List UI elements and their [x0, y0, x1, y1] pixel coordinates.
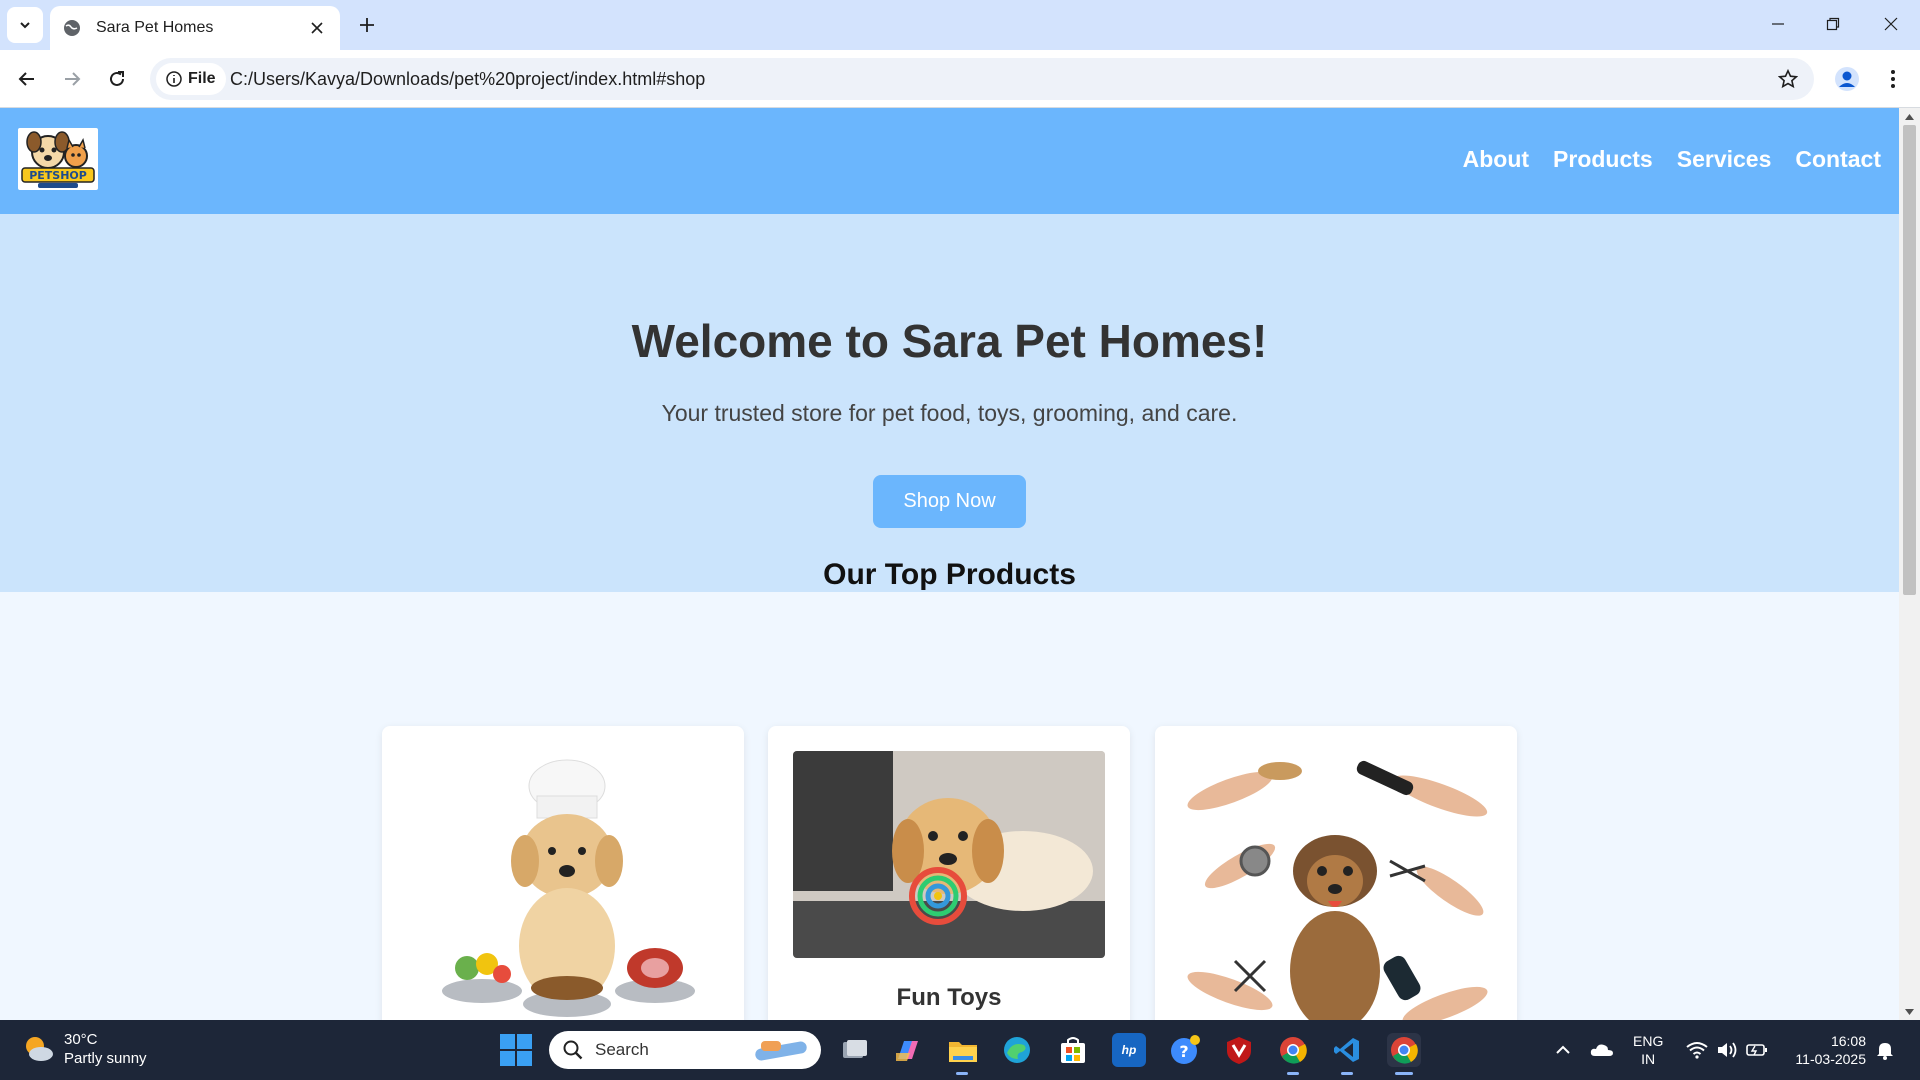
wifi-icon[interactable]	[1685, 1038, 1709, 1062]
taskbar-search[interactable]: Search	[549, 1031, 821, 1069]
volume-icon[interactable]	[1715, 1038, 1739, 1062]
minimize-icon	[1772, 23, 1784, 25]
nav-link-products[interactable]: Products	[1553, 146, 1653, 173]
site-header: PETSHOP About Products Services Contact	[0, 108, 1899, 214]
scroll-thumb[interactable]	[1903, 125, 1916, 595]
browser-tab[interactable]: Sara Pet Homes	[50, 6, 340, 50]
myhp-icon[interactable]: hp	[1112, 1033, 1146, 1067]
help-icon[interactable]: ?	[1168, 1033, 1202, 1067]
logo-text: PETSHOP	[29, 169, 87, 182]
nav-link-about[interactable]: About	[1463, 146, 1529, 173]
scroll-down-icon[interactable]	[1899, 1003, 1920, 1020]
hero-title: Welcome to Sara Pet Homes!	[631, 315, 1268, 367]
edge-icon[interactable]	[1000, 1033, 1034, 1067]
puppy-chef-food-image	[407, 746, 719, 1020]
bookmark-star-icon[interactable]	[1776, 67, 1800, 91]
weather-condition: Partly sunny	[64, 1050, 147, 1067]
vscode-running-indicator	[1341, 1072, 1353, 1075]
start-button[interactable]	[500, 1034, 532, 1066]
hero-section: Welcome to Sara Pet Homes! Your trusted …	[0, 214, 1899, 592]
close-window-button[interactable]	[1873, 8, 1909, 40]
minimize-button[interactable]	[1760, 8, 1796, 40]
url-text[interactable]: C:/Users/Kavya/Downloads/pet%20project/i…	[230, 69, 705, 90]
copilot-icon[interactable]	[890, 1033, 924, 1067]
weather-widget[interactable]: 30°C Partly sunny	[22, 1030, 147, 1068]
onedrive-icon[interactable]	[1590, 1038, 1614, 1062]
browser-toolbar: File C:/Users/Kavya/Downloads/pet%20proj…	[0, 50, 1920, 108]
site-chip-label: File	[188, 70, 216, 87]
chrome-active-indicator	[1395, 1072, 1413, 1075]
browser-menu-button[interactable]	[1875, 61, 1911, 97]
shop-now-button[interactable]: Shop Now	[873, 475, 1026, 528]
dog-grooming-image	[1180, 751, 1492, 1020]
close-icon	[1884, 17, 1898, 31]
clock-time: 16:08	[1830, 1033, 1866, 1049]
chrome-running-indicator	[1287, 1072, 1299, 1075]
arrow-right-icon	[65, 72, 81, 86]
plus-icon	[360, 18, 374, 32]
vscode-icon[interactable]	[1330, 1033, 1364, 1067]
file-explorer-icon[interactable]	[946, 1033, 980, 1067]
restore-button[interactable]	[1815, 8, 1851, 40]
search-icon	[563, 1040, 583, 1060]
product-card-food[interactable]	[382, 726, 744, 1020]
new-tab-button[interactable]	[352, 10, 382, 40]
profile-button[interactable]	[1829, 61, 1865, 97]
chevron-up-icon[interactable]	[1551, 1038, 1575, 1062]
tab-title: Sara Pet Homes	[96, 19, 214, 36]
petshop-logo[interactable]: PETSHOP	[18, 128, 98, 190]
products-section-title: Our Top Products	[823, 558, 1076, 591]
close-tab-icon[interactable]	[306, 17, 328, 39]
partly-sunny-icon	[26, 1037, 53, 1061]
scroll-up-icon[interactable]	[1899, 108, 1920, 125]
info-icon	[166, 71, 182, 87]
restore-icon	[1826, 17, 1840, 31]
nav-link-contact[interactable]: Contact	[1795, 146, 1881, 173]
notification-bell-icon[interactable]	[1873, 1038, 1897, 1062]
address-bar[interactable]: File C:/Users/Kavya/Downloads/pet%20proj…	[150, 58, 1814, 100]
tab-search-button[interactable]	[7, 7, 43, 43]
svg-text:?: ?	[1179, 1042, 1188, 1061]
chevron-down-icon	[20, 22, 30, 29]
chrome-icon[interactable]	[1276, 1033, 1310, 1067]
windows-taskbar: 30°C Partly sunny Search hp ? ENG IN 16:…	[0, 1020, 1920, 1080]
windows-logo-icon	[500, 1034, 515, 1049]
page-viewport: PETSHOP About Products Services Contact …	[0, 108, 1899, 1020]
reload-button[interactable]	[99, 61, 135, 97]
mcafee-icon[interactable]	[1222, 1033, 1256, 1067]
language-indicator[interactable]: ENG IN	[1633, 1032, 1663, 1068]
product-title-toys: Fun Toys	[896, 984, 1002, 1011]
site-nav: About Products Services Contact	[1463, 146, 1881, 173]
avatar-icon	[1835, 67, 1859, 91]
site-info-chip[interactable]: File	[156, 63, 226, 95]
clock-date: 11-03-2025	[1795, 1051, 1866, 1067]
task-view-icon[interactable]	[838, 1033, 872, 1067]
product-card-grooming[interactable]	[1155, 726, 1517, 1020]
language-code: ENG	[1633, 1033, 1664, 1049]
reload-icon	[110, 71, 124, 86]
explorer-running-indicator	[956, 1072, 968, 1075]
region-code: IN	[1641, 1051, 1656, 1067]
globe-icon	[62, 18, 82, 38]
arrow-left-icon	[18, 72, 34, 86]
chrome-active-icon[interactable]	[1387, 1033, 1421, 1067]
search-label: Search	[595, 1040, 649, 1059]
forward-button[interactable]	[54, 61, 90, 97]
search-highlight-icon	[755, 1041, 807, 1061]
hero-subtitle: Your trusted store for pet food, toys, g…	[661, 400, 1238, 426]
microsoft-store-icon[interactable]	[1056, 1033, 1090, 1067]
battery-icon[interactable]	[1745, 1038, 1769, 1062]
system-clock[interactable]: 16:08 11-03-2025	[1786, 1032, 1866, 1068]
product-card-toys[interactable]: Fun Toys	[768, 726, 1130, 1020]
browser-tab-strip: Sara Pet Homes	[0, 0, 1920, 50]
weather-temp: 30°C	[64, 1031, 98, 1048]
more-vertical-icon	[1891, 70, 1895, 88]
back-button[interactable]	[9, 61, 45, 97]
page-scrollbar[interactable]	[1899, 108, 1920, 1020]
nav-link-services[interactable]: Services	[1677, 146, 1772, 173]
puppy-with-toy-image	[793, 751, 1105, 958]
